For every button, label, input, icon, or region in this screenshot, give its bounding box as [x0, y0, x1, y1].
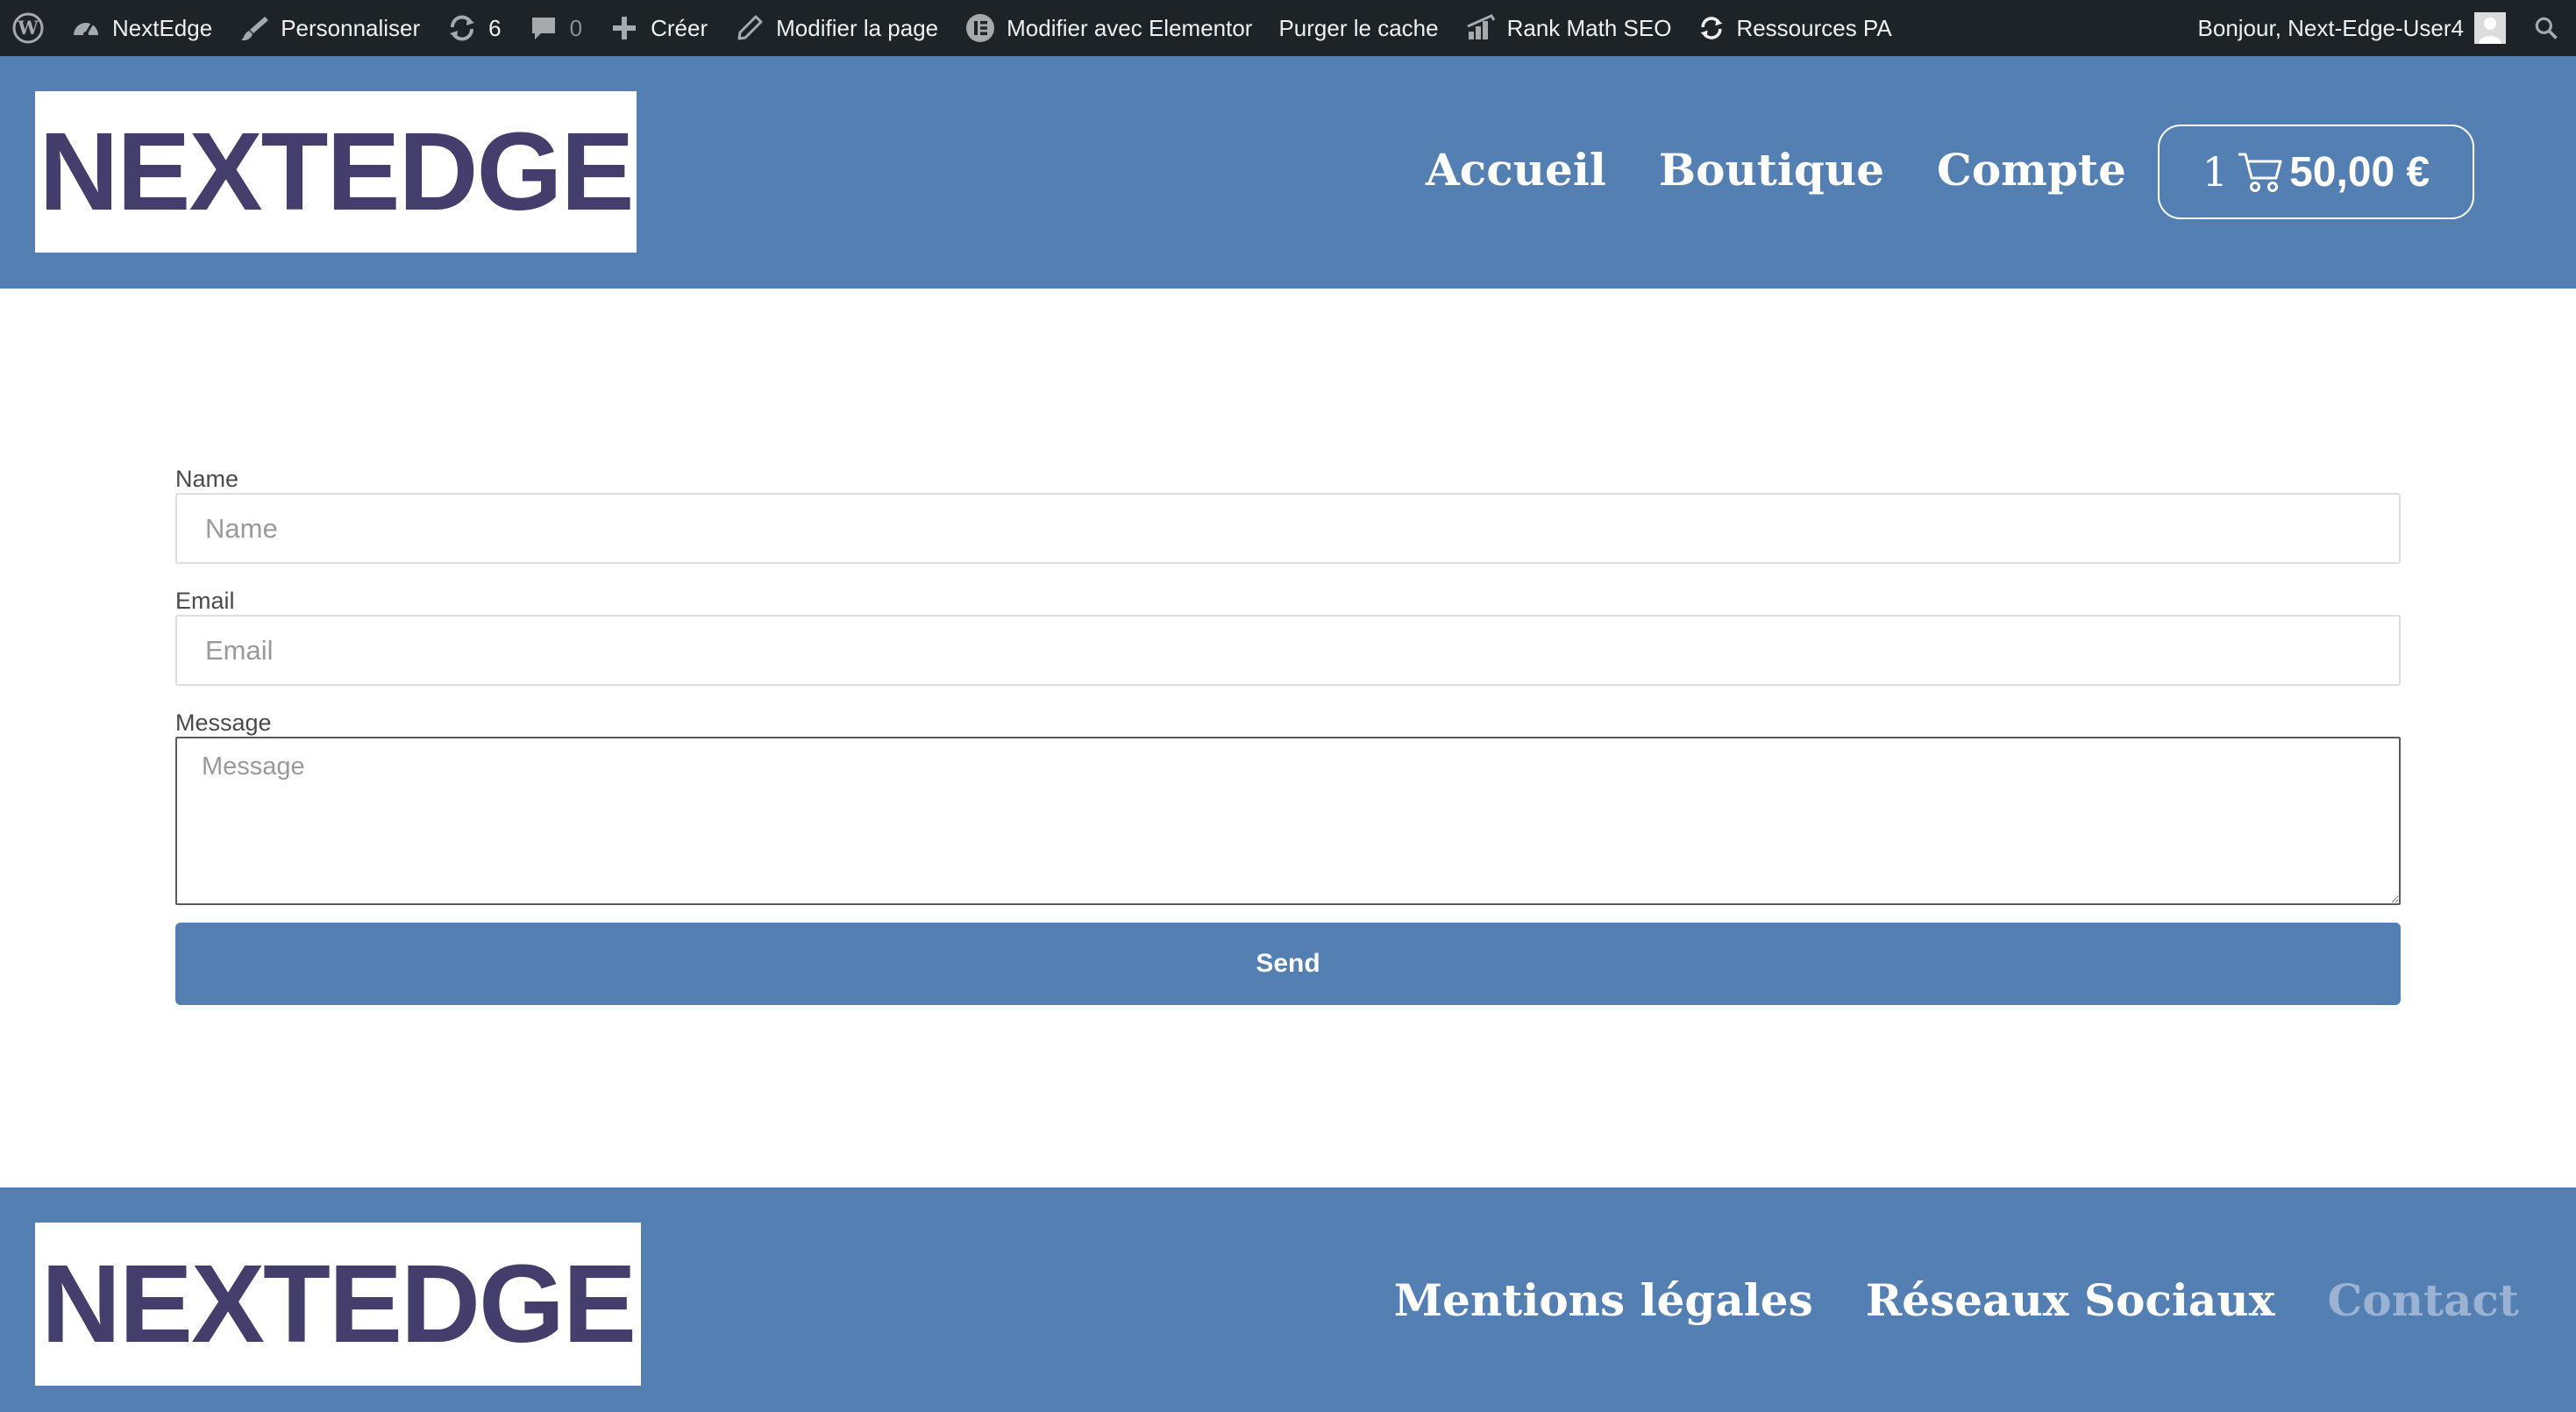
- nav-link-boutique[interactable]: Boutique: [1659, 148, 1884, 192]
- avatar: [2474, 12, 2506, 44]
- pa-resources-label: Ressources PA: [1736, 14, 1892, 41]
- header-logo-text: NEXTEDGE: [39, 110, 634, 233]
- comments-count: 0: [569, 14, 583, 41]
- rank-math-icon: [1466, 14, 1495, 39]
- account-menu[interactable]: Bonjour, Next-Edge-User4: [2185, 0, 2519, 56]
- wordpress-icon: W: [12, 12, 44, 44]
- edit-elementor-label: Modifier avec Elementor: [1007, 14, 1253, 41]
- footer-link-contact[interactable]: Contact: [2327, 1279, 2519, 1323]
- dashboard-icon: [74, 23, 98, 37]
- edit-page-link[interactable]: Modifier la page: [721, 0, 951, 56]
- footer-link-reseaux-sociaux[interactable]: Réseaux Sociaux: [1866, 1279, 2275, 1323]
- send-button[interactable]: Send: [175, 923, 2401, 1005]
- name-label: Name: [175, 466, 239, 492]
- new-content-link[interactable]: Créer: [595, 0, 721, 56]
- refresh-icon: [1700, 17, 1723, 39]
- spacer: Message: [175, 686, 2401, 737]
- elementor-icon: [966, 14, 995, 42]
- pencil-icon: [737, 15, 763, 40]
- nav-link-accueil[interactable]: Accueil: [1426, 148, 1606, 192]
- header-logo[interactable]: NEXTEDGE: [35, 91, 637, 253]
- customize-label: Personnaliser: [281, 14, 421, 41]
- edit-elementor-link[interactable]: Modifier avec Elementor: [951, 0, 1265, 56]
- purge-cache-label: Purger le cache: [1278, 14, 1439, 41]
- site-header: NEXTEDGE Accueil Boutique Compte 1 50,00…: [0, 56, 2576, 289]
- rank-math-label: Rank Math SEO: [1506, 14, 1672, 41]
- footer-nav: Mentions légales Réseaux Sociaux Contact: [1394, 1279, 2519, 1323]
- spacer: Email: [175, 564, 2401, 615]
- email-input[interactable]: [175, 615, 2401, 686]
- plus-icon: [613, 17, 637, 39]
- pa-resources-link[interactable]: Ressources PA: [1684, 0, 1904, 56]
- brush-icon: [241, 17, 269, 41]
- greeting-text: Bonjour, Next-Edge-User4: [2197, 14, 2464, 41]
- updates-icon: [450, 15, 475, 41]
- footer-link-mentions-legales[interactable]: Mentions légales: [1394, 1279, 1813, 1323]
- updates-count: 6: [488, 14, 502, 41]
- cart-button[interactable]: 1 50,00 €: [2158, 125, 2474, 219]
- site-name-link[interactable]: NextEdge: [57, 0, 225, 56]
- new-label: Créer: [651, 14, 708, 41]
- wordpress-menu[interactable]: W: [0, 0, 57, 56]
- admin-bar-secondary: Bonjour, Next-Edge-User4: [2185, 0, 2576, 56]
- cart-icon: [2237, 150, 2284, 194]
- updates-link[interactable]: 6: [433, 0, 514, 56]
- admin-search[interactable]: [2519, 0, 2576, 56]
- svg-text:W: W: [17, 17, 39, 39]
- cart-total: 50,00 €: [2289, 148, 2430, 196]
- contact-form: Name Email Message Send: [175, 465, 2401, 1005]
- footer-logo-text: NEXTEDGE: [40, 1242, 637, 1366]
- purge-cache-link[interactable]: Purger le cache: [1265, 0, 1451, 56]
- email-label: Email: [175, 588, 235, 614]
- rank-math-link[interactable]: Rank Math SEO: [1452, 0, 1685, 56]
- cart-count: 1: [2202, 148, 2229, 196]
- site-name: NextEdge: [112, 14, 213, 41]
- message-label: Message: [175, 710, 272, 736]
- customize-link[interactable]: Personnaliser: [225, 0, 433, 56]
- footer-logo[interactable]: NEXTEDGE: [35, 1223, 641, 1386]
- comments-icon: [531, 18, 555, 39]
- nav-link-compte[interactable]: Compte: [1937, 148, 2126, 192]
- main-nav: Accueil Boutique Compte: [1426, 148, 2126, 192]
- site-footer: NEXTEDGE Mentions légales Réseaux Sociau…: [0, 1187, 2576, 1412]
- name-input[interactable]: [175, 493, 2401, 564]
- search-icon: [2535, 17, 2558, 39]
- comments-link[interactable]: 0: [515, 0, 595, 56]
- admin-bar: W NextEdge Personnaliser 6 0 Créer Modif…: [0, 0, 2576, 56]
- message-textarea[interactable]: [175, 737, 2401, 905]
- edit-page-label: Modifier la page: [776, 14, 939, 41]
